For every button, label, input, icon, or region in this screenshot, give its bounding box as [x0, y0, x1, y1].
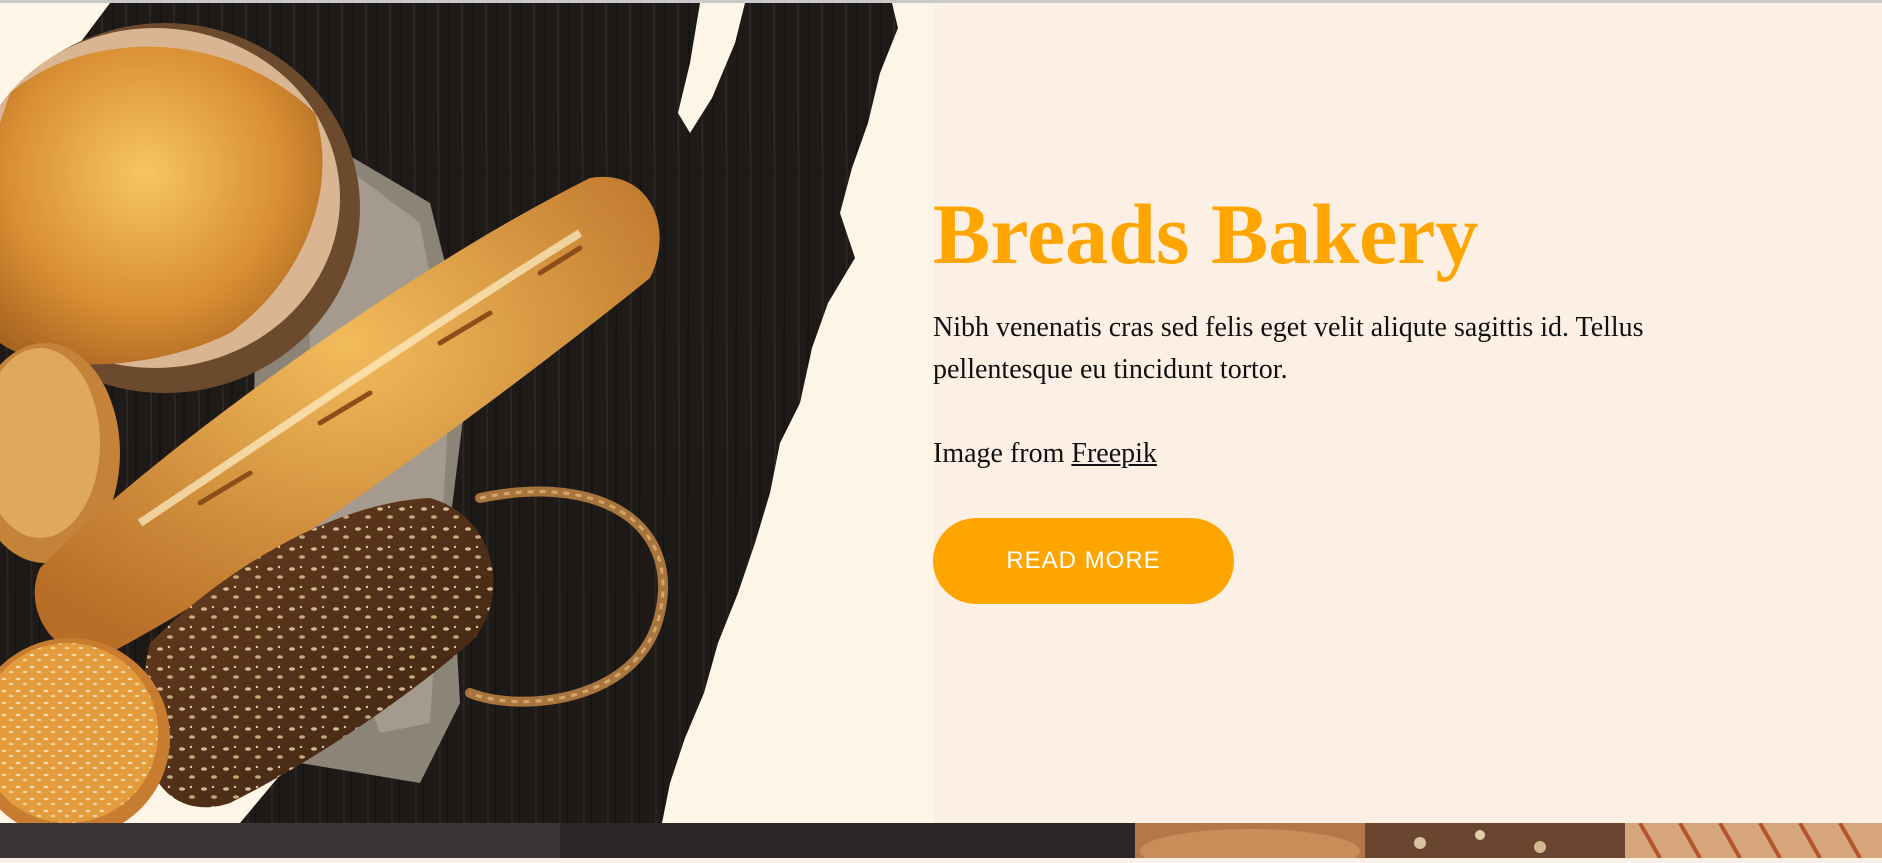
- freepik-link[interactable]: Freepik: [1071, 438, 1157, 469]
- hero-title: Breads Bakery: [933, 186, 1479, 282]
- hero-banner: Breads Bakery Nibh venenatis cras sed fe…: [0, 3, 1882, 838]
- hero-image: [0, 3, 934, 838]
- credit-prefix: Image from: [933, 438, 1065, 469]
- next-section-preview: [0, 822, 1882, 863]
- read-more-button[interactable]: READ MORE: [933, 518, 1234, 604]
- bread-illustration: [0, 3, 898, 838]
- hero-description: Nibh venenatis cras sed felis eget velit…: [933, 312, 1644, 385]
- hero-text-panel: [934, 3, 1882, 823]
- bakery-photo-strip: [0, 822, 1882, 863]
- image-credit: Image from Freepik: [933, 438, 1157, 470]
